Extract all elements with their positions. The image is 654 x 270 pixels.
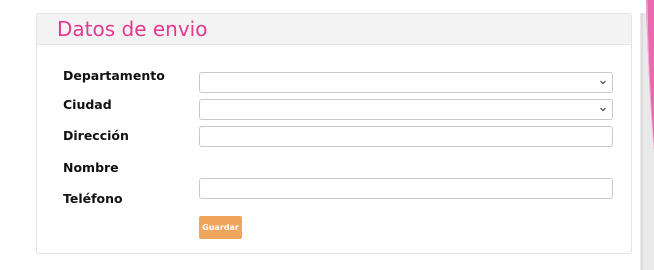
departamento-select[interactable] [199, 72, 613, 93]
panel-title: Datos de envio [57, 17, 208, 41]
departamento-label: Departamento [63, 68, 165, 83]
direccion-label: Dirección [63, 128, 129, 143]
decorative-accent-shape [646, 0, 654, 150]
panel-header: Datos de envio [37, 14, 631, 45]
ciudad-select[interactable] [199, 99, 613, 120]
telefono-input[interactable] [199, 178, 613, 199]
chevron-down-icon [600, 107, 606, 112]
side-divider [641, 13, 643, 270]
ciudad-label: Ciudad [63, 97, 112, 112]
chevron-down-icon [600, 80, 606, 85]
telefono-label: Teléfono [63, 191, 123, 206]
nombre-label: Nombre [63, 160, 119, 175]
save-button[interactable]: Guardar [199, 216, 242, 239]
direccion-input[interactable] [199, 126, 613, 147]
